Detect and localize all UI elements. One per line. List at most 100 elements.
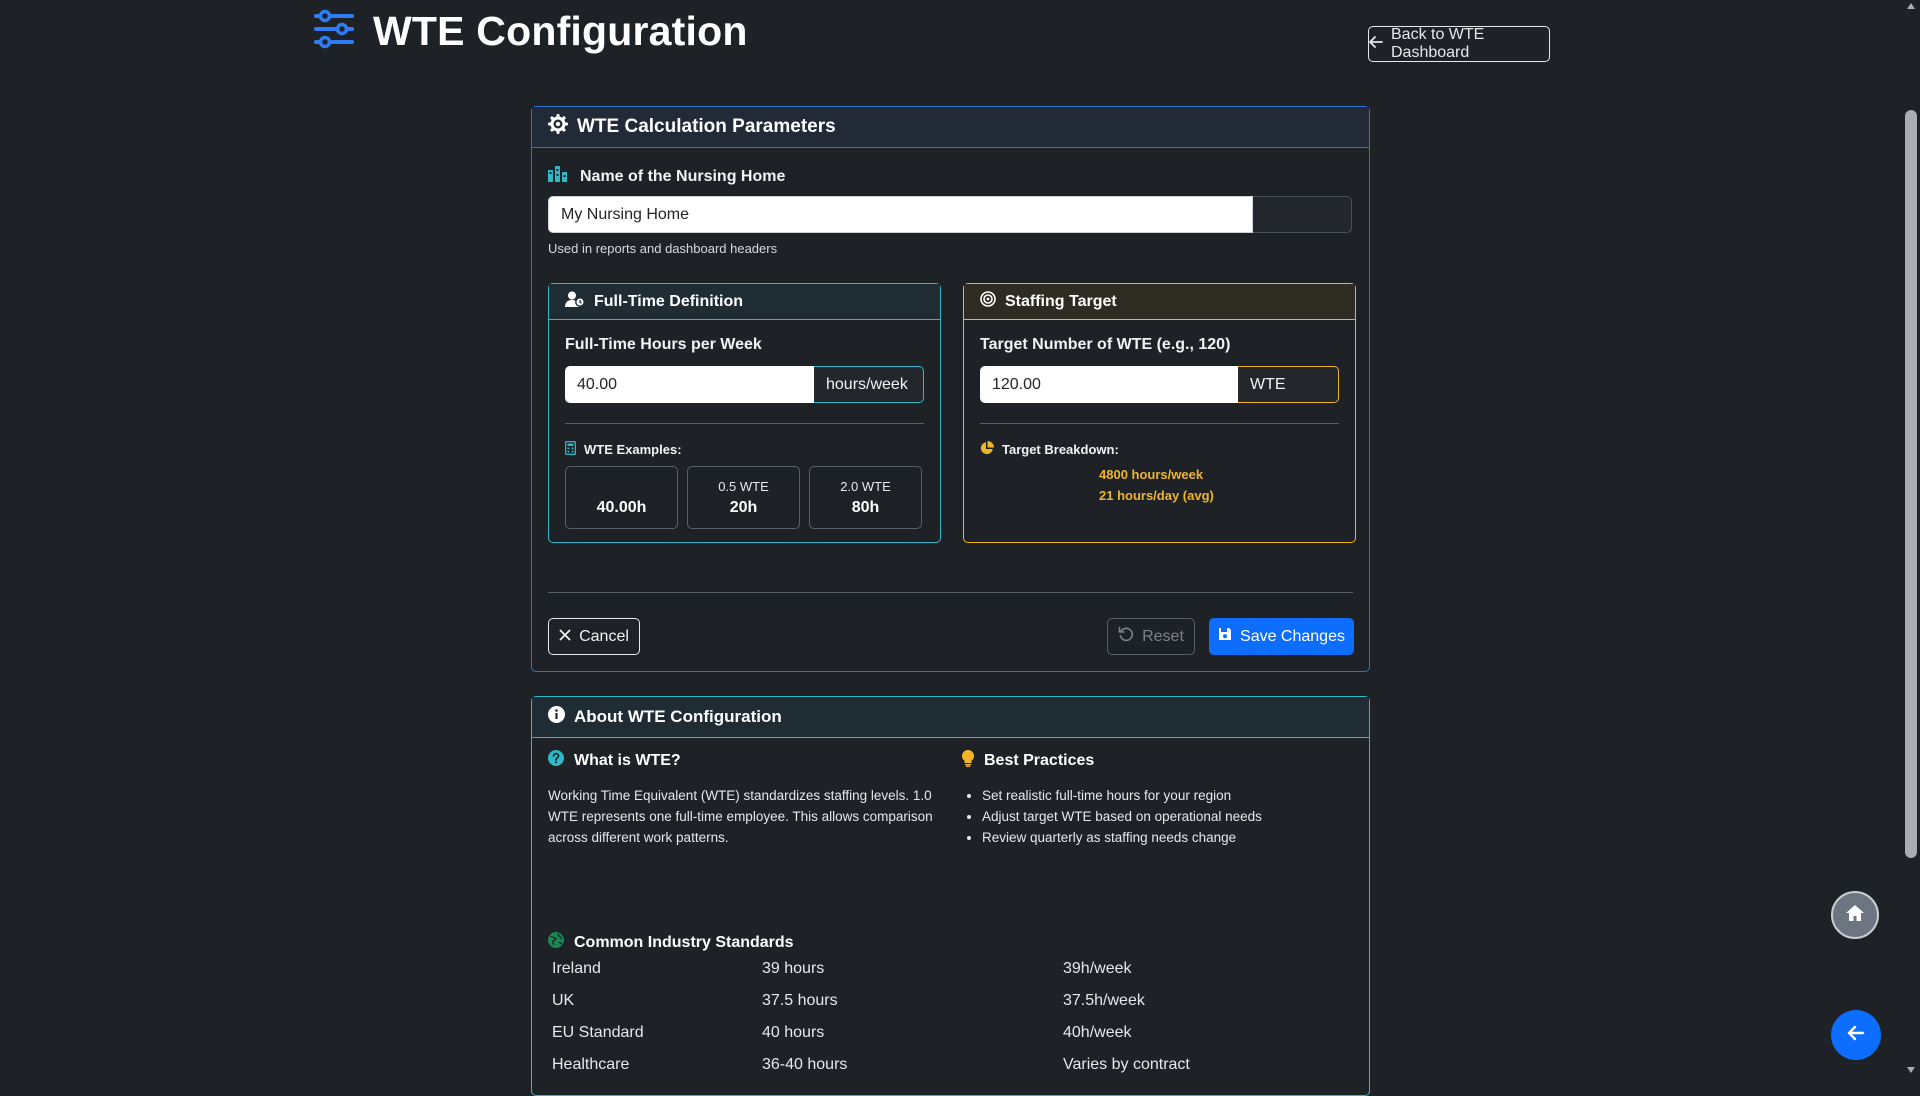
target-wte-group: 120.00 WTE [980,366,1339,403]
hours-week-unit: hours/week [814,366,924,403]
table-cell-hours: 36-40 hours [762,1056,848,1073]
list-item: Review quarterly as staffing needs chang… [982,827,1262,848]
save-icon [1218,627,1232,646]
cancel-label: Cancel [579,627,629,645]
wte-examples-text: WTE Examples: [584,442,682,457]
wte-example-label: 2.0 WTE [840,478,891,494]
full-time-hours-input[interactable]: 40.00 [565,366,814,403]
save-changes-button[interactable]: Save Changes [1209,618,1354,655]
full-time-definition-title: Full-Time Definition [594,292,744,310]
save-label: Save Changes [1240,627,1345,645]
full-time-definition-card: Full-Time Definition Full-Time Hours per… [548,283,941,543]
wte-example-label [566,479,677,495]
full-time-definition-header: Full-Time Definition [549,284,940,320]
back-floating-button[interactable] [1831,1010,1881,1060]
what-is-wte-heading: What is WTE? [548,750,681,771]
list-item: Adjust target WTE based on operational n… [982,806,1262,827]
target-breakdown-text: Target Breakdown: [1002,442,1119,457]
table-cell-region: EU Standard [552,1024,644,1041]
table-row: Healthcare 36-40 hours Varies by contrac… [552,1056,1352,1088]
wte-examples-label: WTE Examples: [564,440,682,458]
breakdown-weekly: 4800 hours/week [1099,467,1204,482]
wte-example-1: 40.00h [565,466,678,529]
staffing-target-card: Staffing Target Target Number of WTE (e.… [963,283,1356,543]
building-icon [548,166,570,187]
table-cell-per-week: Varies by contract [1063,1056,1190,1073]
table-row: EU Standard 40 hours 40h/week [552,1024,1352,1056]
table-row: Ireland 39 hours 39h/week [552,960,1352,992]
about-wte-card: About WTE Configuration What is WTE? Wor… [531,696,1370,1096]
what-is-wte-title: What is WTE? [574,751,681,769]
wte-example-value: 80h [851,498,880,516]
industry-standards-title: Common Industry Standards [574,933,794,951]
best-practices-list: Set realistic full-time hours for your r… [962,785,1262,848]
table-cell-hours: 39 hours [762,960,825,977]
staffing-target-title: Staffing Target [1005,292,1117,310]
wte-example-2: 0.5 WTE 20h [687,466,800,529]
breakdown-daily: 21 hours/day (avg) [1099,488,1214,503]
arrow-left-icon [1369,35,1383,54]
scroll-down-icon[interactable] [1906,1066,1916,1074]
wte-example-label: 0.5 WTE [718,478,769,494]
full-time-hours-group: 40.00 hours/week [565,366,924,403]
reset-button[interactable]: Reset [1107,618,1195,655]
best-practices-heading: Best Practices [961,749,1095,772]
table-cell-region: Healthcare [552,1056,630,1073]
globe-icon [548,932,564,953]
what-is-wte-text: Working Time Equivalent (WTE) standardiz… [548,788,933,845]
home-icon [1845,904,1865,927]
nursing-home-name-text: Name of the Nursing Home [580,167,786,185]
table-cell-hours: 37.5 hours [762,992,838,1009]
sliders-icon [313,9,355,54]
actions-divider [548,592,1353,593]
back-to-dashboard-button[interactable]: Back to WTE Dashboard [1368,26,1550,62]
parameters-card-header: WTE Calculation Parameters [532,107,1369,148]
nursing-home-name-help: Used in reports and dashboard headers [548,241,778,256]
close-icon [559,628,571,646]
target-wte-input[interactable]: 120.00 [980,366,1238,403]
target-breakdown-label: Target Breakdown: [980,441,1119,458]
home-floating-button[interactable] [1831,891,1879,939]
undo-icon [1118,626,1134,647]
about-card-title: About WTE Configuration [574,707,782,726]
page-title: WTE Configuration [373,8,748,54]
nursing-home-name-addon [1253,196,1352,233]
table-cell-per-week: 37.5h/week [1063,992,1145,1009]
info-icon [548,706,565,728]
cancel-button[interactable]: Cancel [548,618,640,655]
nursing-home-name-label: Name of the Nursing Home [548,166,785,187]
parameters-card-title: WTE Calculation Parameters [577,116,836,137]
staffing-target-header: Staffing Target [964,284,1355,320]
lightbulb-icon [961,749,975,772]
best-practices-title: Best Practices [984,752,1095,769]
table-cell-region: Ireland [552,960,601,977]
arrow-left-icon [1847,1025,1865,1046]
table-cell-hours: 40 hours [762,1024,825,1041]
calculator-icon [564,440,577,458]
full-time-hours-label: Full-Time Hours per Week [565,336,762,353]
wte-example-3: 2.0 WTE 80h [809,466,922,529]
wte-example-value: 40.00h [596,498,647,516]
question-circle-icon [548,750,564,771]
gear-icon [547,113,569,140]
reset-label: Reset [1142,627,1184,645]
scrollbar-thumb[interactable] [1905,110,1917,858]
full-time-divider [565,423,924,424]
page-header: WTE Configuration [313,8,748,55]
staffing-divider [980,423,1339,424]
user-clock-icon [565,291,585,312]
table-cell-region: UK [552,992,575,1009]
table-cell-per-week: 39h/week [1063,960,1132,977]
wte-parameters-card: WTE Calculation Parameters Name of the N… [531,106,1370,672]
back-button-label: Back to WTE Dashboard [1391,26,1485,61]
wte-unit: WTE [1238,366,1339,403]
bullseye-icon [980,291,996,312]
industry-standards-heading: Common Industry Standards [548,932,794,953]
scroll-up-icon[interactable] [1906,2,1916,10]
about-card-header: About WTE Configuration [532,697,1369,738]
table-cell-per-week: 40h/week [1063,1024,1132,1041]
nursing-home-name-input[interactable]: My Nursing Home [548,196,1253,233]
table-row: UK 37.5 hours 37.5h/week [552,992,1352,1024]
wte-example-value: 20h [729,498,758,516]
pie-chart-icon [980,441,994,458]
